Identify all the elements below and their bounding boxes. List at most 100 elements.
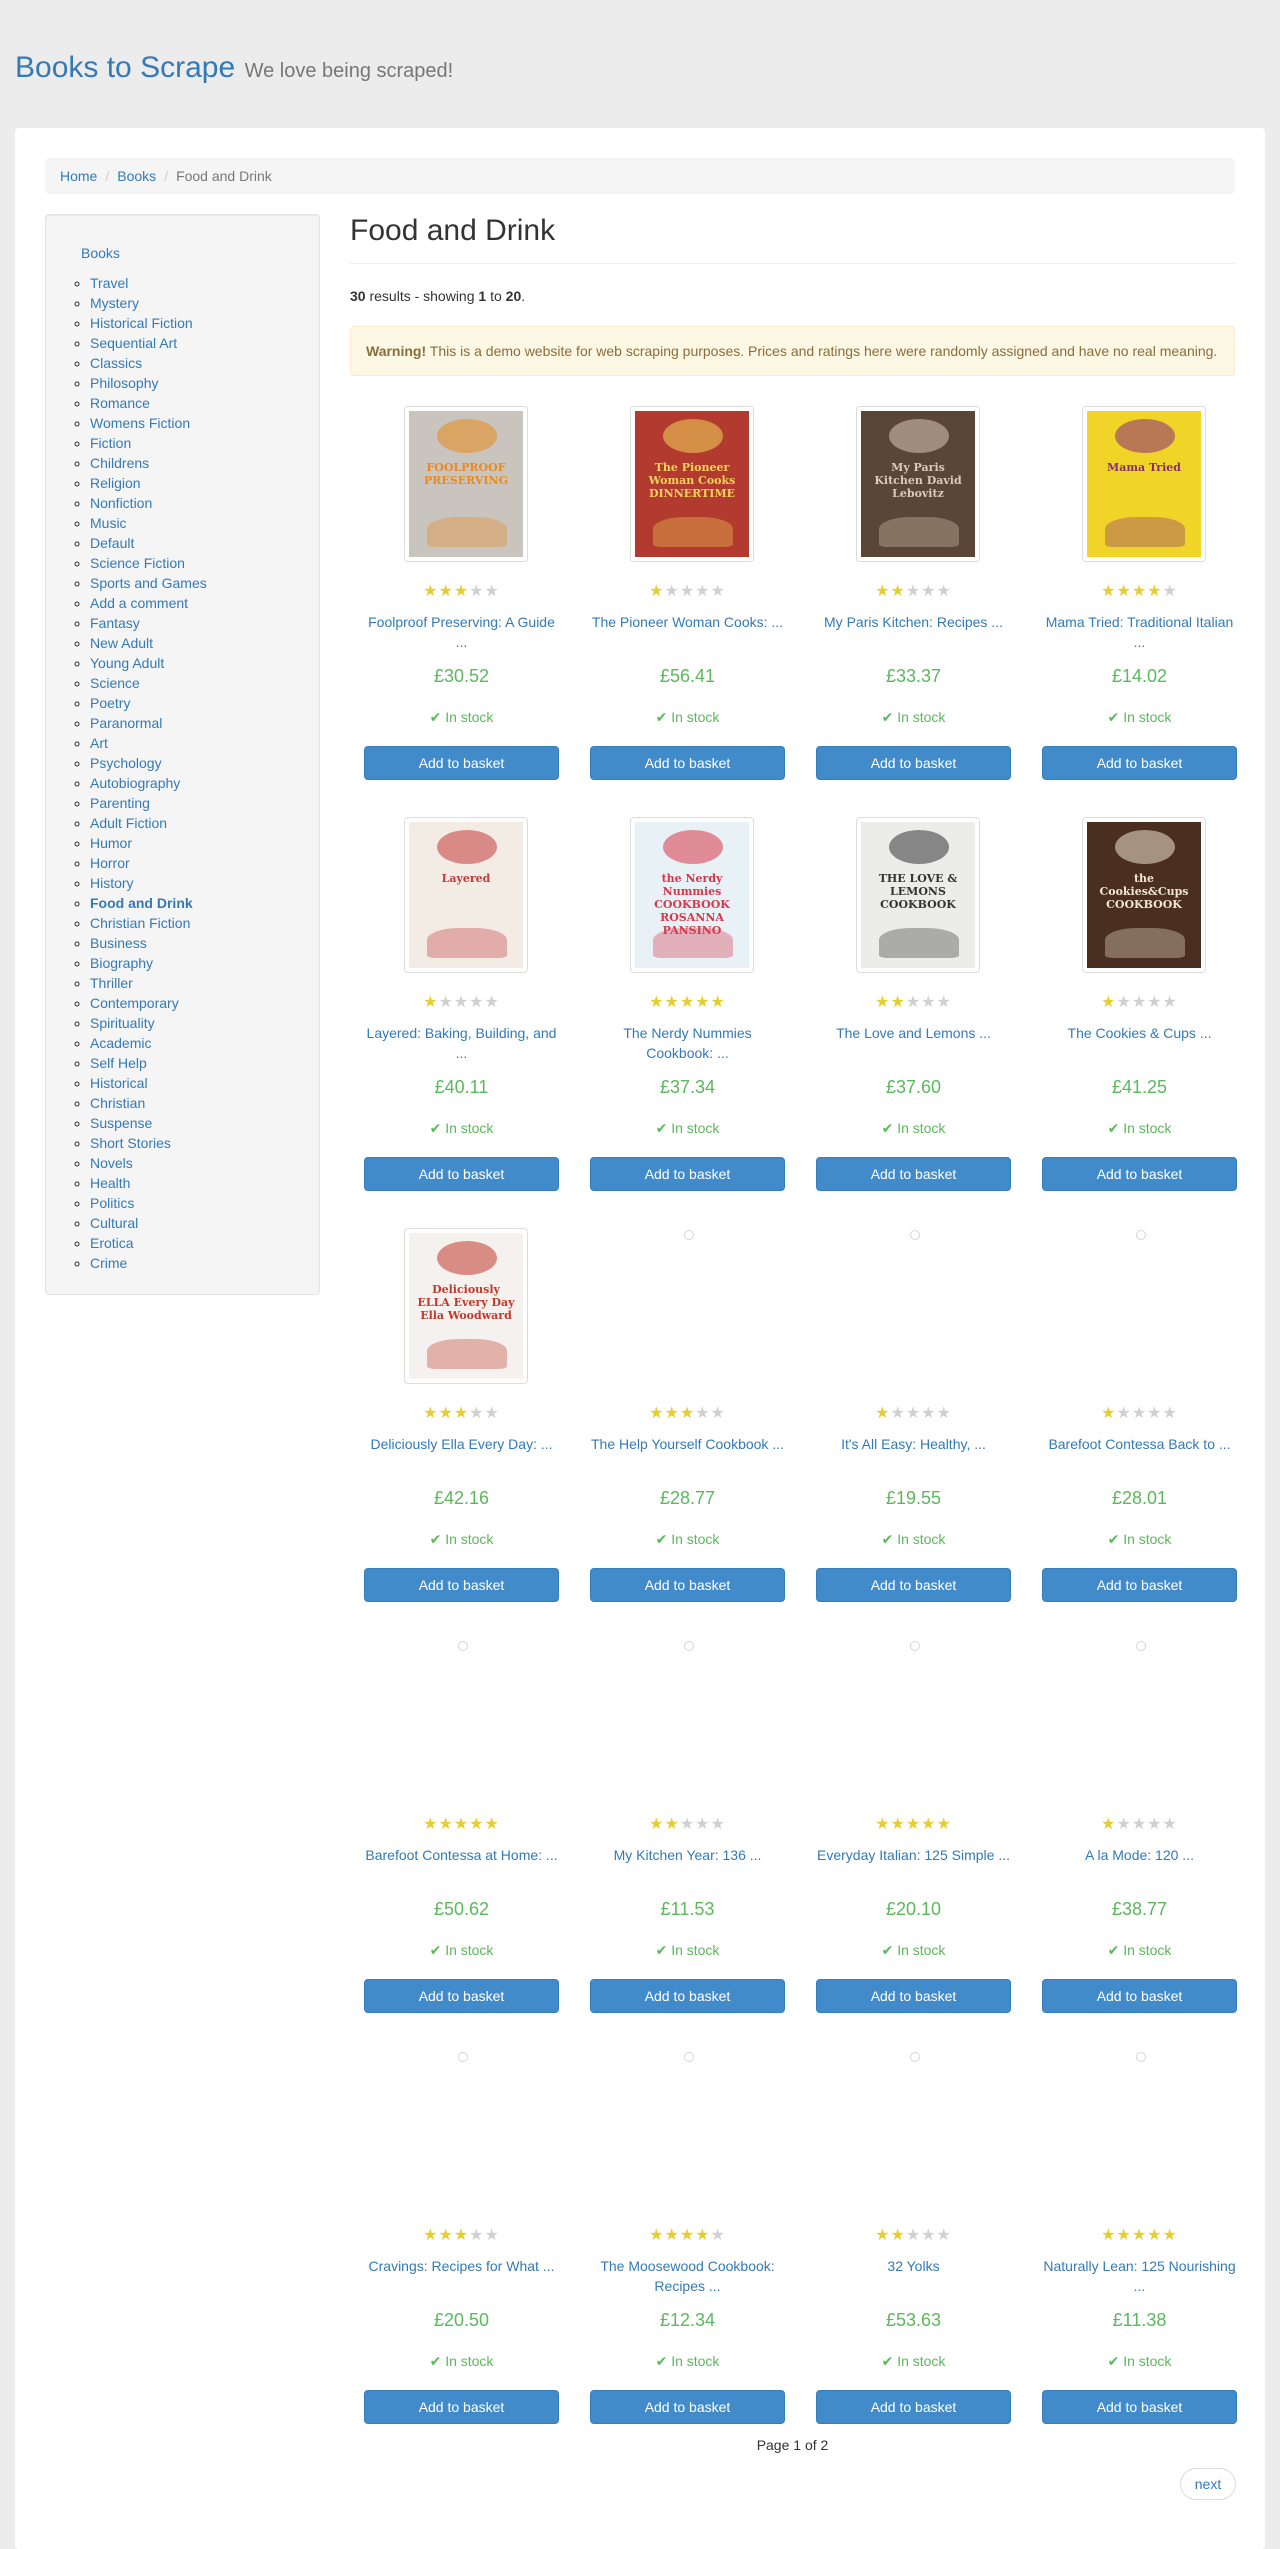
sidebar-item-link[interactable]: Politics	[90, 1195, 134, 1211]
sidebar-item-link[interactable]: Paranormal	[90, 715, 162, 731]
sidebar-item-link[interactable]: Science Fiction	[90, 555, 185, 571]
product-thumbnail[interactable]: the Cookies&Cups COOKBOOK	[1082, 817, 1206, 973]
sidebar-item-link[interactable]: Christian	[90, 1095, 145, 1111]
book-cover-image[interactable]: The Pioneer Woman Cooks DINNERTIME	[635, 411, 749, 557]
product-thumbnail-area[interactable]: FOOLPROOF PRESERVING	[364, 404, 559, 564]
product-title-link[interactable]: Naturally Lean: 125 Nourishing ...	[1042, 2256, 1237, 2296]
sidebar-item-link[interactable]: Historical Fiction	[90, 315, 193, 331]
add-to-basket-button[interactable]: Add to basket	[590, 746, 785, 780]
product-thumbnail[interactable]: The Pioneer Woman Cooks DINNERTIME	[630, 406, 754, 562]
book-cover-image[interactable]: the Cookies&Cups COOKBOOK	[1087, 822, 1201, 968]
product-thumbnail-area[interactable]: Deliciously ELLA Every Day Ella Woodward	[364, 1226, 559, 1386]
add-to-basket-button[interactable]: Add to basket	[816, 746, 1011, 780]
add-to-basket-button[interactable]: Add to basket	[590, 1979, 785, 2013]
sidebar-item-link[interactable]: Mystery	[90, 295, 139, 311]
sidebar-item-link[interactable]: Sports and Games	[90, 575, 207, 591]
product-title-link[interactable]: The Moosewood Cookbook: Recipes ...	[590, 2256, 785, 2296]
product-thumbnail-area[interactable]	[590, 1637, 785, 1797]
sidebar-item-link[interactable]: Travel	[90, 275, 128, 291]
product-thumbnail-area[interactable]	[1042, 1226, 1237, 1386]
product-title-link[interactable]: Deliciously Ella Every Day: ...	[364, 1434, 559, 1454]
book-cover-image[interactable]: Layered	[409, 822, 523, 968]
product-title-link[interactable]: Everyday Italian: 125 Simple ...	[816, 1845, 1011, 1865]
add-to-basket-button[interactable]: Add to basket	[364, 1157, 559, 1191]
product-thumbnail-area[interactable]	[364, 2048, 559, 2208]
book-cover-image[interactable]: the Nerdy Nummies COOKBOOK ROSANNA PANSI…	[635, 822, 749, 968]
product-thumbnail-area[interactable]	[590, 1226, 785, 1386]
product-title-link[interactable]: Layered: Baking, Building, and ...	[364, 1023, 559, 1063]
add-to-basket-button[interactable]: Add to basket	[590, 2390, 785, 2424]
sidebar-item-link[interactable]: Childrens	[90, 455, 149, 471]
product-title-link[interactable]: Barefoot Contessa Back to ...	[1042, 1434, 1237, 1454]
sidebar-item-link[interactable]: Contemporary	[90, 995, 179, 1011]
product-thumbnail[interactable]: My Paris Kitchen David Lebovitz	[856, 406, 980, 562]
add-to-basket-button[interactable]: Add to basket	[816, 1157, 1011, 1191]
add-to-basket-button[interactable]: Add to basket	[1042, 1568, 1237, 1602]
sidebar-item-link[interactable]: Thriller	[90, 975, 133, 991]
add-to-basket-button[interactable]: Add to basket	[1042, 746, 1237, 780]
product-title-link[interactable]: The Help Yourself Cookbook ...	[590, 1434, 785, 1454]
product-thumbnail-area[interactable]	[816, 1637, 1011, 1797]
sidebar-item-link[interactable]: Womens Fiction	[90, 415, 190, 431]
breadcrumb-home-link[interactable]: Home	[60, 168, 97, 184]
product-thumbnail-area[interactable]	[816, 1226, 1011, 1386]
sidebar-item-link[interactable]: Historical	[90, 1075, 148, 1091]
add-to-basket-button[interactable]: Add to basket	[1042, 1157, 1237, 1191]
add-to-basket-button[interactable]: Add to basket	[1042, 1979, 1237, 2013]
product-thumbnail-area[interactable]	[1042, 1637, 1237, 1797]
add-to-basket-button[interactable]: Add to basket	[364, 1979, 559, 2013]
product-thumbnail-area[interactable]	[364, 1637, 559, 1797]
sidebar-item-link[interactable]: Fantasy	[90, 615, 140, 631]
sidebar-item-link[interactable]: Religion	[90, 475, 141, 491]
product-thumbnail-area[interactable]: Layered	[364, 815, 559, 975]
sidebar-item-link[interactable]: Nonfiction	[90, 495, 152, 511]
sidebar-item-link[interactable]: Poetry	[90, 695, 130, 711]
product-thumbnail-area[interactable]	[816, 2048, 1011, 2208]
sidebar-item-link[interactable]: Business	[90, 935, 147, 951]
sidebar-item-link[interactable]: Adult Fiction	[90, 815, 167, 831]
sidebar-item-link[interactable]: Suspense	[90, 1115, 152, 1131]
sidebar-item-link[interactable]: Food and Drink	[90, 895, 193, 911]
product-title-link[interactable]: Mama Tried: Traditional Italian ...	[1042, 612, 1237, 652]
book-cover-image[interactable]: FOOLPROOF PRESERVING	[409, 411, 523, 557]
product-title-link[interactable]: Foolproof Preserving: A Guide ...	[364, 612, 559, 652]
sidebar-item-link[interactable]: Biography	[90, 955, 153, 971]
brand[interactable]: Books to Scrape We love being scraped!	[15, 51, 453, 85]
product-thumbnail[interactable]: the Nerdy Nummies COOKBOOK ROSANNA PANSI…	[630, 817, 754, 973]
sidebar-item-link[interactable]: Fiction	[90, 435, 131, 451]
product-title-link[interactable]: The Nerdy Nummies Cookbook: ...	[590, 1023, 785, 1063]
sidebar-item-link[interactable]: Default	[90, 535, 134, 551]
product-thumbnail-area[interactable]: The Pioneer Woman Cooks DINNERTIME	[590, 404, 785, 564]
sidebar-item-link[interactable]: Erotica	[90, 1235, 134, 1251]
sidebar-item-link[interactable]: Young Adult	[90, 655, 164, 671]
product-thumbnail-area[interactable]	[590, 2048, 785, 2208]
sidebar-item-link[interactable]: Philosophy	[90, 375, 159, 391]
sidebar-item-link[interactable]: Psychology	[90, 755, 162, 771]
book-cover-image[interactable]: THE LOVE & LEMONS COOKBOOK	[861, 822, 975, 968]
add-to-basket-button[interactable]: Add to basket	[1042, 2390, 1237, 2424]
product-thumbnail[interactable]: FOOLPROOF PRESERVING	[404, 406, 528, 562]
product-title-link[interactable]: The Pioneer Woman Cooks: ...	[590, 612, 785, 632]
product-title-link[interactable]: Cravings: Recipes for What ...	[364, 2256, 559, 2276]
sidebar-item-link[interactable]: Add a comment	[90, 595, 188, 611]
add-to-basket-button[interactable]: Add to basket	[364, 2390, 559, 2424]
product-title-link[interactable]: Barefoot Contessa at Home: ...	[364, 1845, 559, 1865]
add-to-basket-button[interactable]: Add to basket	[364, 746, 559, 780]
sidebar-item-link[interactable]: Academic	[90, 1035, 151, 1051]
product-thumbnail[interactable]: THE LOVE & LEMONS COOKBOOK	[856, 817, 980, 973]
product-title-link[interactable]: A la Mode: 120 ...	[1042, 1845, 1237, 1865]
sidebar-item-link[interactable]: Science	[90, 675, 140, 691]
add-to-basket-button[interactable]: Add to basket	[816, 1979, 1011, 2013]
sidebar-item-link[interactable]: Art	[90, 735, 108, 751]
product-thumbnail-area[interactable]	[1042, 2048, 1237, 2208]
product-thumbnail-area[interactable]: THE LOVE & LEMONS COOKBOOK	[816, 815, 1011, 975]
product-title-link[interactable]: 32 Yolks	[816, 2256, 1011, 2276]
product-title-link[interactable]: The Cookies & Cups ...	[1042, 1023, 1237, 1043]
pager-next-button[interactable]: next	[1180, 2468, 1236, 2500]
book-cover-image[interactable]: My Paris Kitchen David Lebovitz	[861, 411, 975, 557]
product-thumbnail-area[interactable]: Mama Tried	[1042, 404, 1237, 564]
add-to-basket-button[interactable]: Add to basket	[590, 1568, 785, 1602]
sidebar-item-link[interactable]: Health	[90, 1175, 130, 1191]
product-title-link[interactable]: My Kitchen Year: 136 ...	[590, 1845, 785, 1865]
sidebar-item-link[interactable]: Music	[90, 515, 127, 531]
